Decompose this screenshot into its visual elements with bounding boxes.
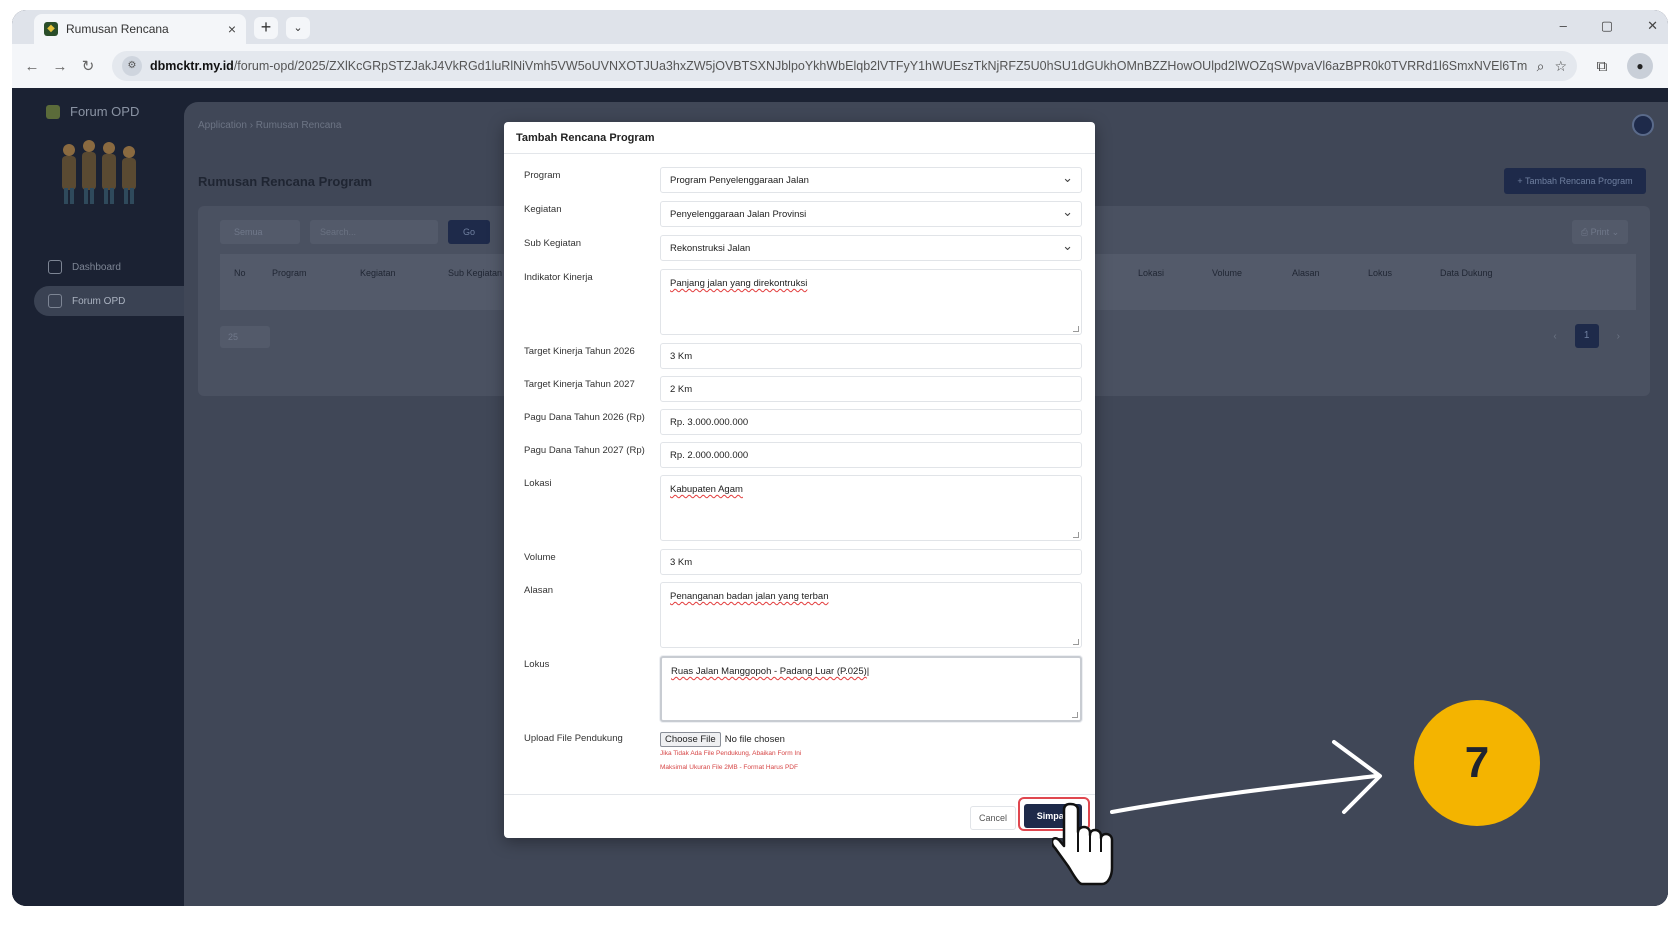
hand-cursor-icon: [1052, 802, 1114, 886]
step-number-badge: 7: [1414, 700, 1540, 826]
pointer-arrow: [1110, 740, 1382, 814]
